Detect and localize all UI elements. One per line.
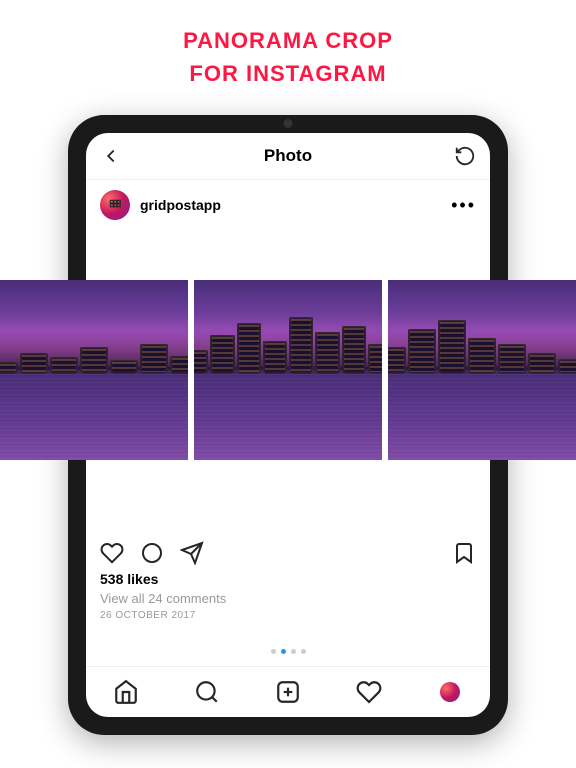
app-header: Photo — [86, 133, 490, 180]
carousel-dot[interactable] — [301, 649, 306, 654]
post-user-row: gridpostapp ••• — [86, 180, 490, 230]
promo-line-2: FOR INSTAGRAM — [0, 57, 576, 90]
refresh-icon[interactable] — [454, 145, 476, 167]
avatar[interactable] — [100, 190, 130, 220]
carousel-dot[interactable] — [271, 649, 276, 654]
panorama-slice — [388, 280, 576, 460]
bookmark-icon[interactable] — [452, 541, 476, 565]
panorama-slice — [194, 280, 382, 460]
panorama-slice — [0, 280, 188, 460]
nav-app-icon[interactable] — [437, 679, 463, 705]
promo-title: PANORAMA CROP FOR INSTAGRAM — [0, 0, 576, 96]
nav-search-icon[interactable] — [194, 679, 220, 705]
carousel-dot[interactable] — [291, 649, 296, 654]
nav-home-icon[interactable] — [113, 679, 139, 705]
comment-icon[interactable] — [140, 541, 164, 565]
more-options-icon[interactable]: ••• — [451, 195, 476, 216]
header-title: Photo — [264, 146, 312, 166]
nav-activity-icon[interactable] — [356, 679, 382, 705]
bottom-nav — [86, 666, 490, 717]
nav-add-icon[interactable] — [275, 679, 301, 705]
back-icon[interactable] — [100, 145, 122, 167]
promo-line-1: PANORAMA CROP — [0, 24, 576, 57]
carousel-dot-active[interactable] — [281, 649, 286, 654]
username[interactable]: gridpostapp — [140, 197, 441, 213]
panorama-overlay — [0, 280, 576, 460]
post-actions — [86, 531, 490, 571]
tablet-camera — [284, 119, 293, 128]
